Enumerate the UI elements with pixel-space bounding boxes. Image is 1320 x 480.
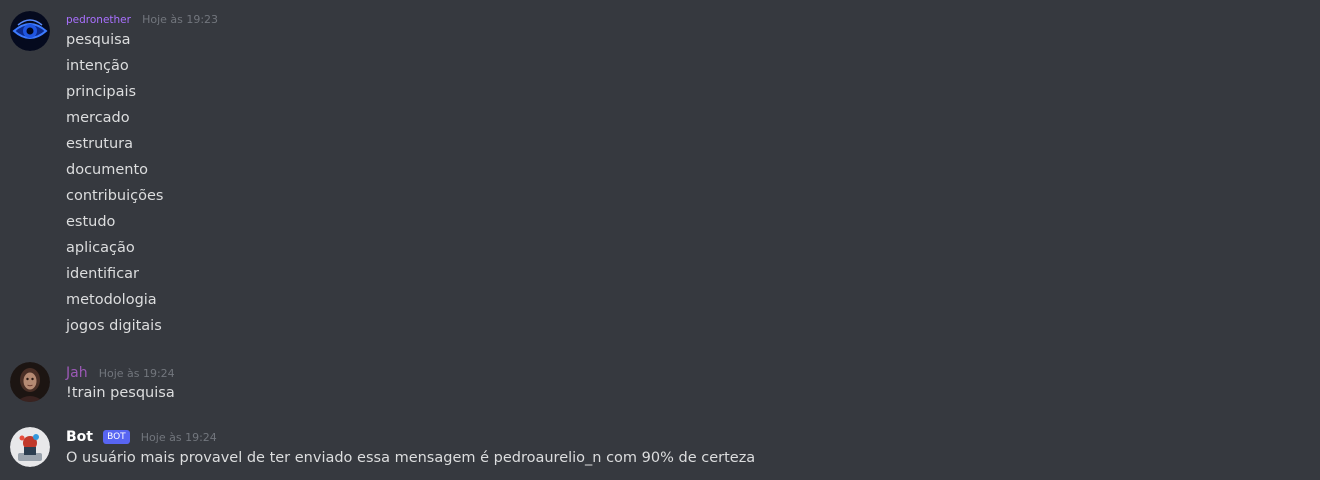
message-body: pesquisa intenção principais mercado est… [66, 27, 1300, 339]
message-line: documento [66, 162, 149, 178]
message-header: Jah Hoje às 19:24 [66, 362, 1300, 382]
message-line: aplicação [66, 240, 135, 256]
message-header: pedronether Hoje às 19:23 [66, 8, 1300, 28]
message-line: principais [66, 84, 137, 100]
username-pedronether[interactable]: pedronether [66, 14, 131, 26]
message-line: contribuições [66, 188, 164, 204]
message-line: intenção [66, 58, 129, 74]
message-line: estrutura [66, 136, 134, 152]
username-bot[interactable]: Bot [66, 429, 93, 445]
portrait-avatar-icon [10, 362, 50, 402]
message-line: O usuário mais provavel de ter enviado e… [66, 450, 756, 466]
message-body: O usuário mais provavel de ter enviado e… [66, 445, 1300, 471]
avatar-jah[interactable] [10, 362, 50, 402]
timestamp: Hoje às 19:23 [142, 13, 219, 26]
message-line: identificar [66, 266, 140, 282]
avatar-pedronether[interactable] [10, 11, 50, 51]
username-jah[interactable]: Jah [66, 365, 88, 381]
bot-badge: BOT [103, 430, 130, 444]
avatar-bot[interactable] [10, 427, 50, 467]
bot-avatar-icon [10, 427, 50, 467]
message-line: metodologia [66, 292, 157, 308]
message-header: Bot BOT Hoje às 19:24 [66, 426, 1300, 446]
message-line: jogos digitais [66, 318, 162, 334]
message-line: estudo [66, 214, 116, 230]
eye-avatar-icon [10, 11, 50, 51]
message-line: pesquisa [66, 32, 131, 48]
message-line: mercado [66, 110, 130, 126]
message-body: !train pesquisa [66, 380, 1300, 406]
message-line: !train pesquisa [66, 385, 175, 401]
timestamp: Hoje às 19:24 [140, 431, 217, 444]
timestamp: Hoje às 19:24 [98, 367, 175, 380]
